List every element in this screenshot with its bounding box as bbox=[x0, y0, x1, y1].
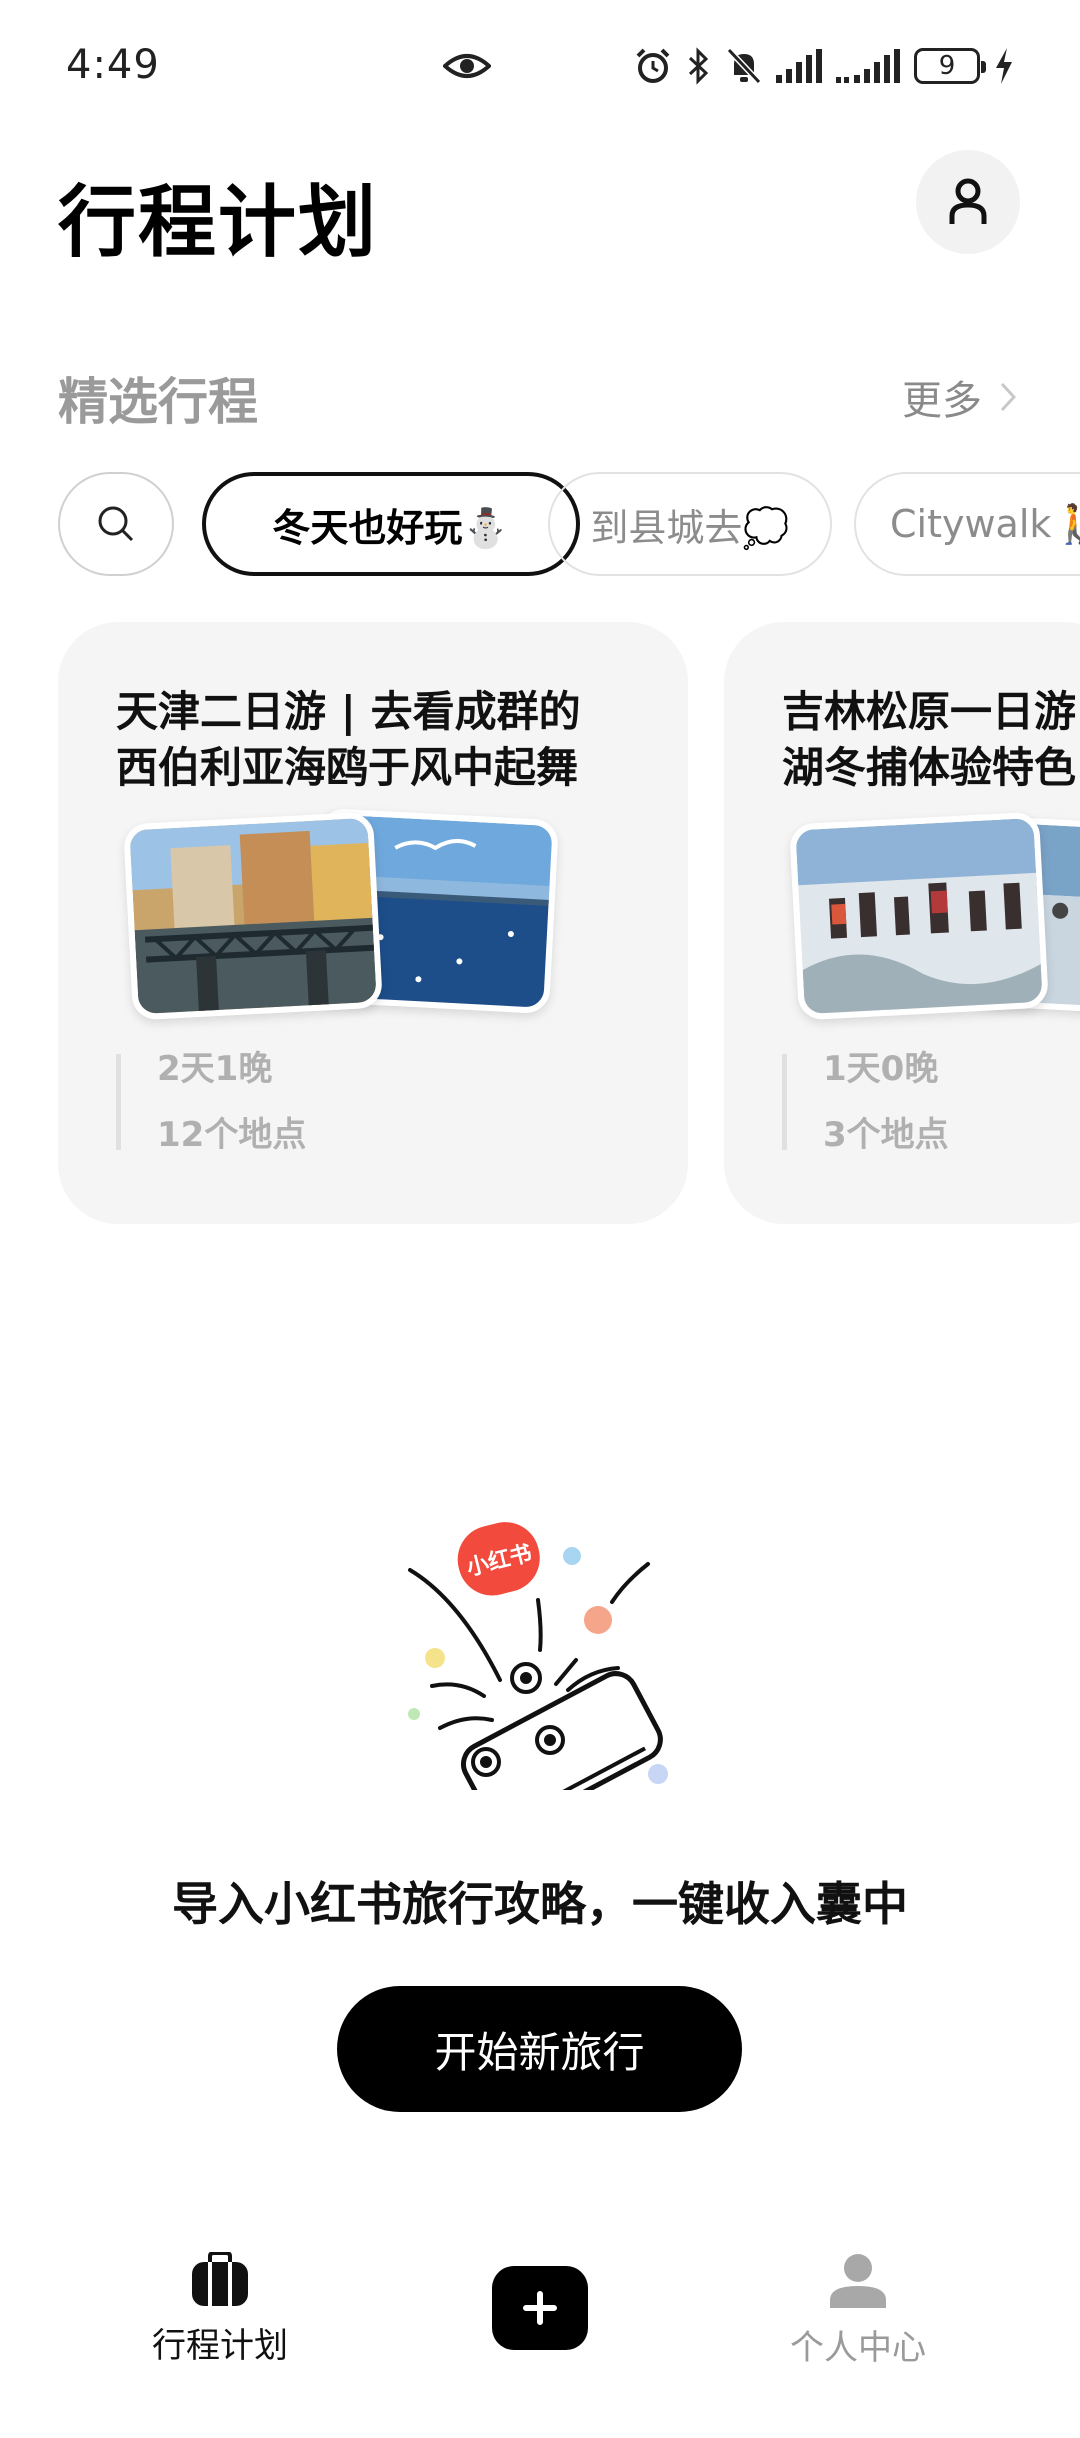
status-time: 4:49 bbox=[66, 42, 160, 88]
profile-button[interactable] bbox=[916, 150, 1020, 254]
signal-icon-2 bbox=[836, 49, 900, 83]
bluetooth-icon bbox=[688, 47, 709, 85]
suitcase-icon bbox=[192, 2252, 248, 2306]
category-chips: 冬天也好玩⛄ 到县城去💭 Citywalk🚶 bbox=[58, 472, 1080, 576]
trip-title-line: 西伯利亚海鸥于风中起舞 bbox=[116, 743, 579, 792]
chip-citywalk[interactable]: Citywalk🚶 bbox=[854, 472, 1080, 576]
trip-duration: 2天1晚 bbox=[157, 1049, 273, 1089]
alarm-icon bbox=[636, 48, 670, 83]
ice-fishing-photo bbox=[795, 817, 1049, 1021]
nav-item-profile[interactable]: 个人中心 bbox=[738, 2252, 978, 2369]
status-bar: 4:49 9 bbox=[0, 0, 1080, 130]
trip-photo-ice bbox=[789, 811, 1049, 1021]
plus-icon bbox=[523, 2291, 557, 2325]
trip-card-title: 吉林松原一日游 湖冬捕体验特色 bbox=[782, 684, 1080, 796]
bottom-nav: 行程计划 个人中心 bbox=[0, 2240, 1080, 2438]
xiaohongshu-badge: 小红书 bbox=[457, 1522, 540, 1596]
trip-photo-bridge bbox=[123, 811, 383, 1021]
signal-icon bbox=[776, 49, 822, 83]
status-icons: 9 bbox=[634, 46, 1014, 86]
nav-label-profile: 个人中心 bbox=[790, 2328, 926, 2368]
page-title: 行程计划 bbox=[58, 178, 379, 268]
bridge-photo bbox=[129, 817, 383, 1021]
trip-title-line: 天津二日游 | 去看成群的 bbox=[116, 687, 581, 736]
trip-places-count: 3个地点 bbox=[823, 1115, 949, 1155]
trip-card-meta: 1天0晚 3个地点 bbox=[782, 1049, 949, 1155]
battery-level: 9 bbox=[938, 51, 956, 81]
trip-card[interactable]: 天津二日游 | 去看成群的 西伯利亚海鸥于风中起舞 2天1晚 12个地点 bbox=[58, 622, 688, 1224]
chevron-right-icon bbox=[1000, 382, 1016, 412]
more-label: 更多 bbox=[902, 378, 982, 424]
search-chip[interactable] bbox=[58, 472, 174, 576]
featured-trips: 天津二日游 | 去看成群的 西伯利亚海鸥于风中起舞 2天1晚 12个地点 吉林松… bbox=[0, 622, 1080, 1226]
charging-icon bbox=[996, 48, 1012, 84]
user-icon bbox=[949, 178, 987, 224]
eye-icon bbox=[443, 54, 491, 78]
chip-winter[interactable]: 冬天也好玩⛄ bbox=[202, 472, 580, 576]
battery-icon: 9 bbox=[914, 48, 986, 84]
trip-card[interactable]: 吉林松原一日游 湖冬捕体验特色 1天0晚 3个地点 bbox=[724, 622, 1080, 1224]
trip-title-line: 吉林松原一日游 bbox=[782, 687, 1077, 736]
start-new-trip-button[interactable]: 开始新旅行 bbox=[337, 1986, 742, 2112]
mute-icon bbox=[726, 47, 762, 85]
nav-label-trips: 行程计划 bbox=[152, 2326, 288, 2366]
more-link[interactable]: 更多 bbox=[902, 368, 1016, 426]
import-message: 导入小红书旅行攻略，一键收入囊中 bbox=[172, 1877, 908, 1931]
trip-card-title: 天津二日游 | 去看成群的 西伯利亚海鸥于风中起舞 bbox=[116, 684, 656, 796]
person-icon bbox=[830, 2254, 886, 2308]
nav-item-trips[interactable]: 行程计划 bbox=[100, 2252, 340, 2367]
search-icon bbox=[98, 506, 134, 542]
chip-county-town[interactable]: 到县城去💭 bbox=[548, 472, 832, 576]
trip-duration: 1天0晚 bbox=[823, 1049, 939, 1089]
trip-card-meta: 2天1晚 12个地点 bbox=[116, 1049, 306, 1155]
import-illustration: 小红书 bbox=[400, 1510, 680, 1833]
add-button[interactable] bbox=[492, 2266, 588, 2350]
section-title: 精选行程 bbox=[58, 373, 258, 431]
trip-title-line: 湖冬捕体验特色 bbox=[782, 743, 1077, 792]
trip-places-count: 12个地点 bbox=[157, 1115, 307, 1155]
